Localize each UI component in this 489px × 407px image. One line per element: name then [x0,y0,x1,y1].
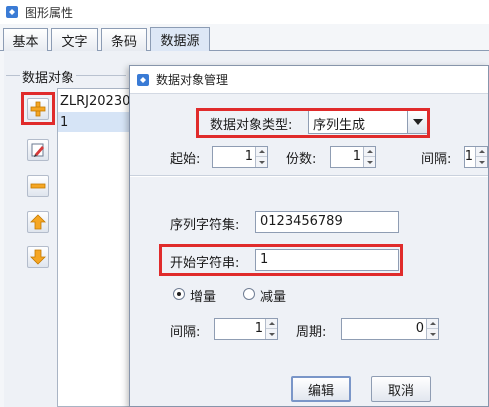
up-arrow-icon [429,322,436,325]
spin-up-button[interactable] [364,147,375,157]
window-title-bar: 图形属性 [0,0,489,24]
spin-down-button[interactable] [364,157,375,167]
period-label: 周期: [296,325,327,340]
up-arrow-icon [366,150,373,153]
edit-button[interactable]: 编辑 [291,376,351,402]
arrow-up-icon [30,214,46,230]
data-object-manager-dialog: 数据对象管理 数据对象类型: 序列生成 起始: 1 份数: 1 间隔: 1 序列… [129,65,489,407]
up-arrow-icon [478,150,485,153]
period-value: 0 [415,321,424,336]
spin-down-button[interactable] [427,329,438,339]
spin-down-button[interactable] [476,157,487,167]
dialog-title: 数据对象管理 [156,73,229,87]
start-string-highlight [159,244,403,276]
edit-data-object-button[interactable] [27,139,49,161]
interval-value: 1 [464,149,473,164]
copies-label: 份数: [286,152,317,167]
data-object-list[interactable]: ZLRJ20230 1 [57,88,137,407]
down-arrow-icon [478,160,485,164]
step-label: 间隔: [170,325,201,340]
charset-input[interactable]: 0123456789 [255,211,399,233]
spin-up-button[interactable] [427,319,438,329]
down-arrow-icon [258,160,265,164]
spin-down-button[interactable] [266,329,277,339]
start-label: 起始: [170,152,201,167]
spin-up-button[interactable] [476,147,487,157]
spin-down-button[interactable] [256,157,267,167]
tab-datasource[interactable]: 数据源 [150,27,210,51]
spin-up-button[interactable] [256,147,267,157]
increase-label[interactable]: 增量 [190,286,216,305]
down-arrow-icon [429,332,436,336]
data-object-legend: 数据对象 [20,67,77,86]
tab-barcode[interactable]: 条码 [101,28,147,51]
minus-icon [30,183,46,189]
up-arrow-icon [258,150,265,153]
step-spinner[interactable]: 1 [214,318,278,340]
arrow-down-icon [30,249,46,265]
tab-basic[interactable]: 基本 [3,28,48,51]
separator-highlight [130,176,488,177]
decrease-label[interactable]: 减量 [260,286,286,305]
up-arrow-icon [268,322,275,325]
type-highlight [196,108,430,138]
interval-label: 间隔: [421,152,452,167]
tab-bar: 基本 文字 条码 数据源 [0,27,489,51]
list-item[interactable]: ZLRJ20230 [60,91,136,111]
copies-spinner[interactable]: 1 [330,146,376,168]
app-logo-icon [136,73,150,87]
interval-spinner[interactable]: 1 [464,146,488,168]
edit-icon [31,143,44,157]
tab-text[interactable]: 文字 [51,28,98,51]
add-button-highlight [21,92,55,125]
increase-radio[interactable] [173,288,185,300]
window-title: 图形属性 [25,5,74,20]
start-spinner[interactable]: 1 [212,146,268,168]
down-arrow-icon [268,332,275,336]
dialog-title-bar: 数据对象管理 [130,66,488,94]
charset-label: 序列字符集: [170,218,240,233]
move-up-button[interactable] [27,211,49,233]
list-item-selected[interactable]: 1 [58,112,136,132]
step-value: 1 [254,321,263,336]
charset-value: 0123456789 [260,214,343,229]
remove-data-object-button[interactable] [27,175,49,197]
copies-value: 1 [352,149,361,164]
move-down-button[interactable] [27,246,49,268]
down-arrow-icon [366,160,373,164]
start-value: 1 [244,149,253,164]
app-logo-icon [5,5,19,19]
decrease-radio[interactable] [243,288,255,300]
spin-up-button[interactable] [266,319,277,329]
period-spinner[interactable]: 0 [341,318,439,340]
cancel-button[interactable]: 取消 [371,376,431,402]
